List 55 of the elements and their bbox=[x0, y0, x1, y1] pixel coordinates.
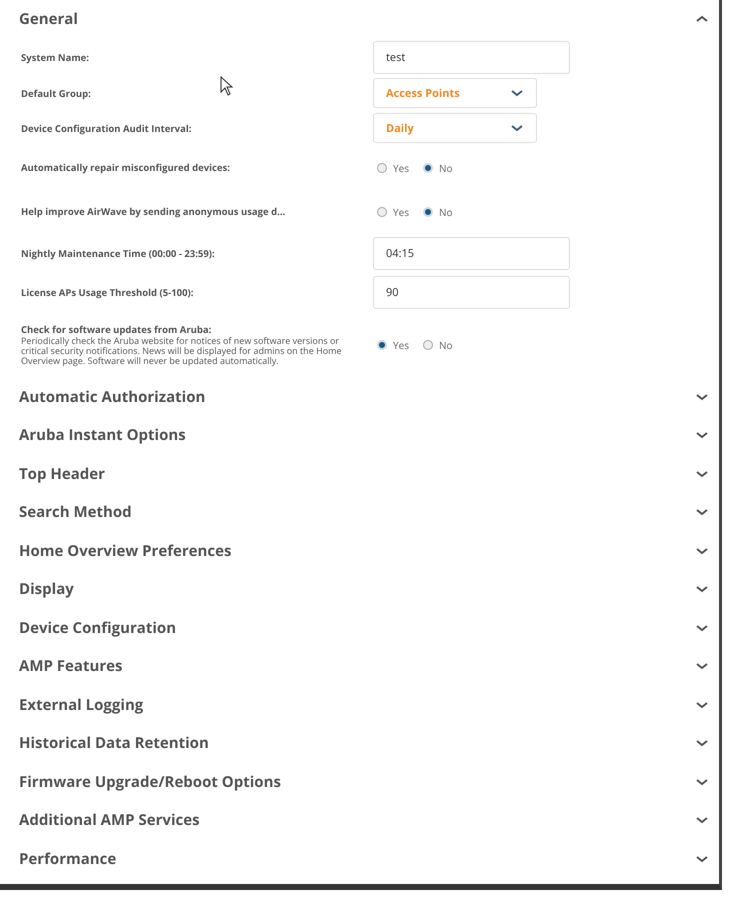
section-header[interactable]: Historical Data Retention bbox=[0, 724, 719, 762]
section-header[interactable]: Search Method bbox=[0, 493, 719, 532]
radio-button[interactable] bbox=[377, 340, 387, 350]
field-label: License APs Usage Threshold (5-100): bbox=[21, 286, 194, 298]
radio-button[interactable] bbox=[422, 206, 433, 216]
field-label: Device Configuration Audit Interval: bbox=[21, 122, 192, 134]
field-label: System Name: bbox=[21, 50, 90, 64]
option-label: No bbox=[438, 338, 453, 352]
section-header[interactable]: Performance bbox=[0, 840, 719, 878]
chevron-down-icon bbox=[695, 700, 709, 710]
chevron-down-icon bbox=[695, 430, 709, 440]
section-header[interactable]: AMP Features bbox=[0, 647, 719, 686]
field-label: Nightly Maintenance Time (00:00 - 23:59): bbox=[21, 246, 215, 260]
section-header[interactable]: Automatic Authorization bbox=[0, 378, 719, 416]
field-description: Periodically check the Aruba website for notices of new software versions or critical security notifications. News will be displayed for admins on the Home Overview page. Software will never be updated automatically. bbox=[21, 336, 343, 366]
text-field[interactable]: 90 bbox=[373, 276, 570, 308]
option-label: No bbox=[438, 160, 453, 174]
chevron-down-icon bbox=[695, 815, 709, 826]
option-label: Yes bbox=[393, 160, 409, 174]
chevron-down-icon bbox=[695, 392, 709, 402]
section-header[interactable]: Firmware Upgrade/Reboot Options bbox=[0, 762, 719, 801]
section-header[interactable]: General bbox=[0, 0, 719, 38]
radio-button[interactable] bbox=[422, 340, 433, 350]
option-label: Yes bbox=[393, 338, 409, 352]
radio-button[interactable] bbox=[377, 162, 387, 172]
field-label: Help improve AirWave by sending anonymous usage d... bbox=[21, 205, 286, 218]
chevron-down-icon bbox=[510, 88, 524, 98]
chevron-down-icon bbox=[695, 622, 709, 633]
radio-button[interactable] bbox=[377, 206, 387, 216]
field-label: Default Group: bbox=[21, 86, 91, 100]
text-field[interactable]: 04:15 bbox=[373, 236, 570, 270]
chevron-down-icon bbox=[695, 584, 709, 594]
chevron-up-icon bbox=[695, 14, 709, 24]
section-header[interactable]: Home Overview Preferences bbox=[0, 532, 719, 570]
chevron-down-icon bbox=[695, 776, 709, 787]
text-field[interactable]: test bbox=[373, 40, 570, 74]
chevron-down-icon bbox=[510, 123, 524, 133]
chevron-down-icon bbox=[695, 738, 709, 748]
section-header[interactable]: Display bbox=[0, 570, 719, 608]
field-label: Check for software updates from Aruba: bbox=[21, 323, 212, 336]
mouse-cursor-icon bbox=[220, 76, 234, 96]
section-header[interactable]: Aruba Instant Options bbox=[0, 416, 719, 454]
chevron-down-icon bbox=[695, 661, 709, 672]
section-header[interactable]: Additional AMP Services bbox=[0, 801, 719, 840]
option-label: Yes bbox=[393, 204, 409, 218]
chevron-down-icon bbox=[695, 468, 709, 479]
radio-button[interactable] bbox=[422, 162, 433, 172]
section-header[interactable]: Top Header bbox=[0, 454, 719, 493]
chevron-down-icon bbox=[695, 546, 709, 556]
section-header[interactable]: External Logging bbox=[0, 686, 719, 724]
chevron-down-icon bbox=[695, 854, 709, 864]
field-label: Automatically repair misconfigured devices: bbox=[21, 161, 230, 174]
chevron-down-icon bbox=[695, 507, 709, 518]
option-label: No bbox=[438, 204, 453, 218]
section-header[interactable]: Device Configuration bbox=[0, 608, 719, 647]
